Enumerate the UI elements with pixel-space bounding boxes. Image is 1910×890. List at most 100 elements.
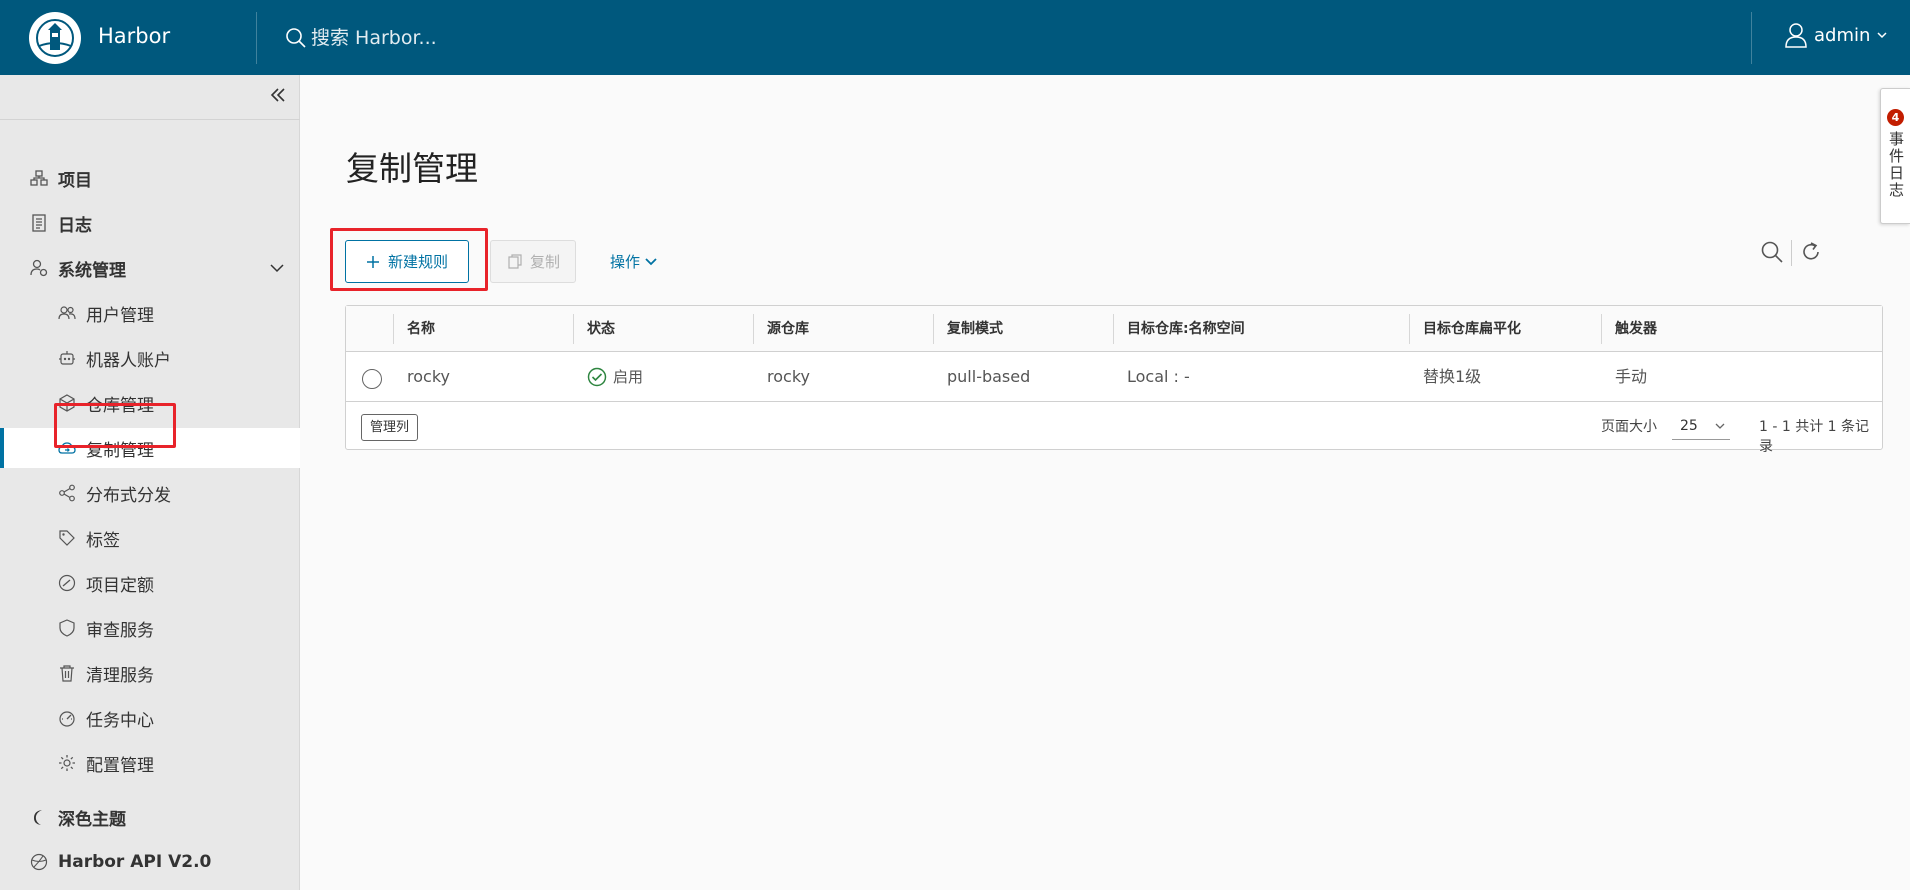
sidebar-item-logs[interactable]: 日志 bbox=[0, 203, 300, 243]
cell-name: rocky bbox=[407, 367, 450, 386]
api-globe-icon bbox=[30, 853, 48, 871]
page-title: 复制管理 bbox=[346, 149, 478, 188]
refresh-icon[interactable] bbox=[1799, 240, 1823, 264]
new-rule-label: 新建规则 bbox=[387, 253, 448, 271]
sidebar-item-label: 仓库管理 bbox=[86, 395, 154, 416]
projects-icon bbox=[30, 170, 48, 186]
sidebar-item-label: 分布式分发 bbox=[86, 485, 171, 506]
event-count-badge: 4 bbox=[1887, 109, 1904, 126]
page-size-select[interactable]: 25 bbox=[1672, 412, 1730, 440]
sidebar-item-users[interactable]: 用户管理 bbox=[0, 293, 300, 333]
column-header-status[interactable]: 状态 bbox=[573, 306, 753, 352]
sidebar-item-label: 标签 bbox=[86, 530, 120, 551]
actions-dropdown[interactable]: 操作 bbox=[610, 240, 658, 283]
sidebar-item-label: 日志 bbox=[58, 215, 92, 236]
sidebar-item-label: 清理服务 bbox=[86, 665, 154, 686]
sidebar-item-replications[interactable]: 复制管理 bbox=[0, 428, 300, 468]
sidebar-divider bbox=[0, 119, 300, 120]
chevron-down-icon bbox=[270, 264, 284, 273]
search-icon bbox=[286, 28, 306, 48]
users-icon bbox=[58, 306, 76, 320]
sidebar-item-label: 审查服务 bbox=[86, 620, 154, 641]
new-rule-button[interactable]: 新建规则 bbox=[345, 240, 469, 283]
dashboard-icon bbox=[59, 711, 75, 727]
sidebar-item-projects[interactable]: 项目 bbox=[0, 158, 300, 198]
check-circle-icon bbox=[587, 367, 607, 387]
gauge-icon bbox=[58, 574, 76, 592]
sidebar-item-label: Harbor API V2.0 bbox=[58, 852, 212, 872]
cell-trigger: 手动 bbox=[1615, 367, 1648, 386]
sidebar-item-label: 项目 bbox=[58, 170, 92, 191]
sidebar-item-clean-up[interactable]: 清理服务 bbox=[0, 653, 300, 693]
column-header-mode[interactable]: 复制模式 bbox=[933, 306, 1113, 352]
sidebar-item-label: 机器人账户 bbox=[86, 350, 171, 371]
user-menu[interactable]: admin bbox=[1784, 22, 1888, 48]
sidebar-item-robot-accounts[interactable]: 机器人账户 bbox=[0, 338, 300, 378]
chevron-down-icon bbox=[1877, 32, 1887, 39]
sidebar-item-label: 任务中心 bbox=[86, 710, 154, 731]
sidebar-item-distribution[interactable]: 分布式分发 bbox=[0, 473, 300, 513]
sidebar-item-labels[interactable]: 标签 bbox=[0, 518, 300, 558]
trash-icon bbox=[60, 665, 74, 682]
plus-icon bbox=[366, 255, 379, 268]
sidebar-item-dark-theme[interactable]: 深色主题 bbox=[0, 797, 300, 837]
administration-icon bbox=[30, 259, 48, 277]
gear-icon bbox=[59, 755, 75, 771]
registry-box-icon bbox=[59, 394, 75, 412]
sidebar-item-label: 项目定额 bbox=[86, 575, 154, 596]
sidebar: 项目 日志 系统管理 用户管理 机器人账户 仓库管理 复制管理 分布式分发 标签… bbox=[0, 75, 300, 890]
collapse-sidebar-icon[interactable] bbox=[268, 85, 288, 105]
sidebar-item-harbor-api[interactable]: Harbor API V2.0 bbox=[0, 842, 300, 882]
brand-name[interactable]: Harbor bbox=[98, 24, 170, 48]
username: admin bbox=[1814, 24, 1871, 46]
global-search[interactable] bbox=[285, 24, 711, 52]
sidebar-item-administration[interactable]: 系统管理 bbox=[0, 248, 300, 288]
row-select-radio[interactable] bbox=[362, 369, 382, 389]
moon-icon bbox=[34, 810, 42, 825]
sidebar-item-label: 系统管理 bbox=[58, 260, 126, 281]
copy-button[interactable]: 复制 bbox=[490, 240, 576, 283]
sidebar-item-label: 配置管理 bbox=[86, 755, 154, 776]
cell-source: rocky bbox=[767, 367, 810, 386]
manage-columns-button[interactable]: 管理列 bbox=[361, 414, 419, 441]
event-log-tab[interactable]: 4 事件日志 bbox=[1880, 88, 1910, 224]
table-row[interactable]: rocky 启用 rocky pull-based Local : - 替换1级… bbox=[346, 352, 1882, 402]
harbor-logo-icon[interactable] bbox=[29, 12, 81, 64]
chevron-down-icon bbox=[645, 257, 657, 265]
copy-icon bbox=[508, 253, 522, 269]
table-header: 名称 状态 源仓库 复制模式 目标仓库:名称空间 目标仓库扁平化 触发器 bbox=[346, 306, 1882, 352]
share-icon bbox=[59, 484, 75, 502]
column-header-trigger[interactable]: 触发器 bbox=[1601, 306, 1881, 352]
column-header-name[interactable]: 名称 bbox=[393, 306, 573, 352]
cell-status: 启用 bbox=[573, 352, 643, 402]
column-header-flatten[interactable]: 目标仓库扁平化 bbox=[1409, 306, 1601, 352]
sidebar-item-job-service[interactable]: 任务中心 bbox=[0, 698, 300, 738]
search-icon[interactable] bbox=[1760, 240, 1784, 264]
sidebar-item-registries[interactable]: 仓库管理 bbox=[0, 383, 300, 423]
copy-label: 复制 bbox=[529, 253, 560, 271]
cloud-sync-icon bbox=[58, 442, 76, 454]
event-log-label: 事件日志 bbox=[1887, 131, 1905, 199]
sidebar-item-label: 深色主题 bbox=[58, 809, 126, 830]
robot-icon bbox=[59, 351, 75, 365]
page-size-value: 25 bbox=[1680, 418, 1698, 434]
sidebar-item-label: 用户管理 bbox=[86, 305, 154, 326]
sidebar-item-interrogation[interactable]: 审查服务 bbox=[0, 608, 300, 648]
tag-icon bbox=[59, 530, 75, 546]
search-input[interactable] bbox=[311, 27, 711, 49]
toolbar-divider bbox=[1791, 240, 1792, 266]
header-divider bbox=[256, 12, 257, 64]
sidebar-item-label: 复制管理 bbox=[86, 440, 154, 461]
header-divider bbox=[1751, 12, 1752, 64]
sidebar-item-quotas[interactable]: 项目定额 bbox=[0, 563, 300, 603]
column-header-source[interactable]: 源仓库 bbox=[753, 306, 933, 352]
status-text: 启用 bbox=[613, 368, 644, 386]
user-icon bbox=[1785, 23, 1807, 48]
column-header-destination[interactable]: 目标仓库:名称空间 bbox=[1113, 306, 1409, 352]
sidebar-item-configuration[interactable]: 配置管理 bbox=[0, 743, 300, 783]
replication-rules-table: 名称 状态 源仓库 复制模式 目标仓库:名称空间 目标仓库扁平化 触发器 roc… bbox=[345, 305, 1883, 455]
chevron-down-icon bbox=[1715, 423, 1725, 429]
actions-label: 操作 bbox=[610, 253, 641, 271]
cell-mode: pull-based bbox=[947, 367, 1031, 386]
pagination-total: 1 - 1 共计 1 条记录 bbox=[1759, 419, 1870, 455]
